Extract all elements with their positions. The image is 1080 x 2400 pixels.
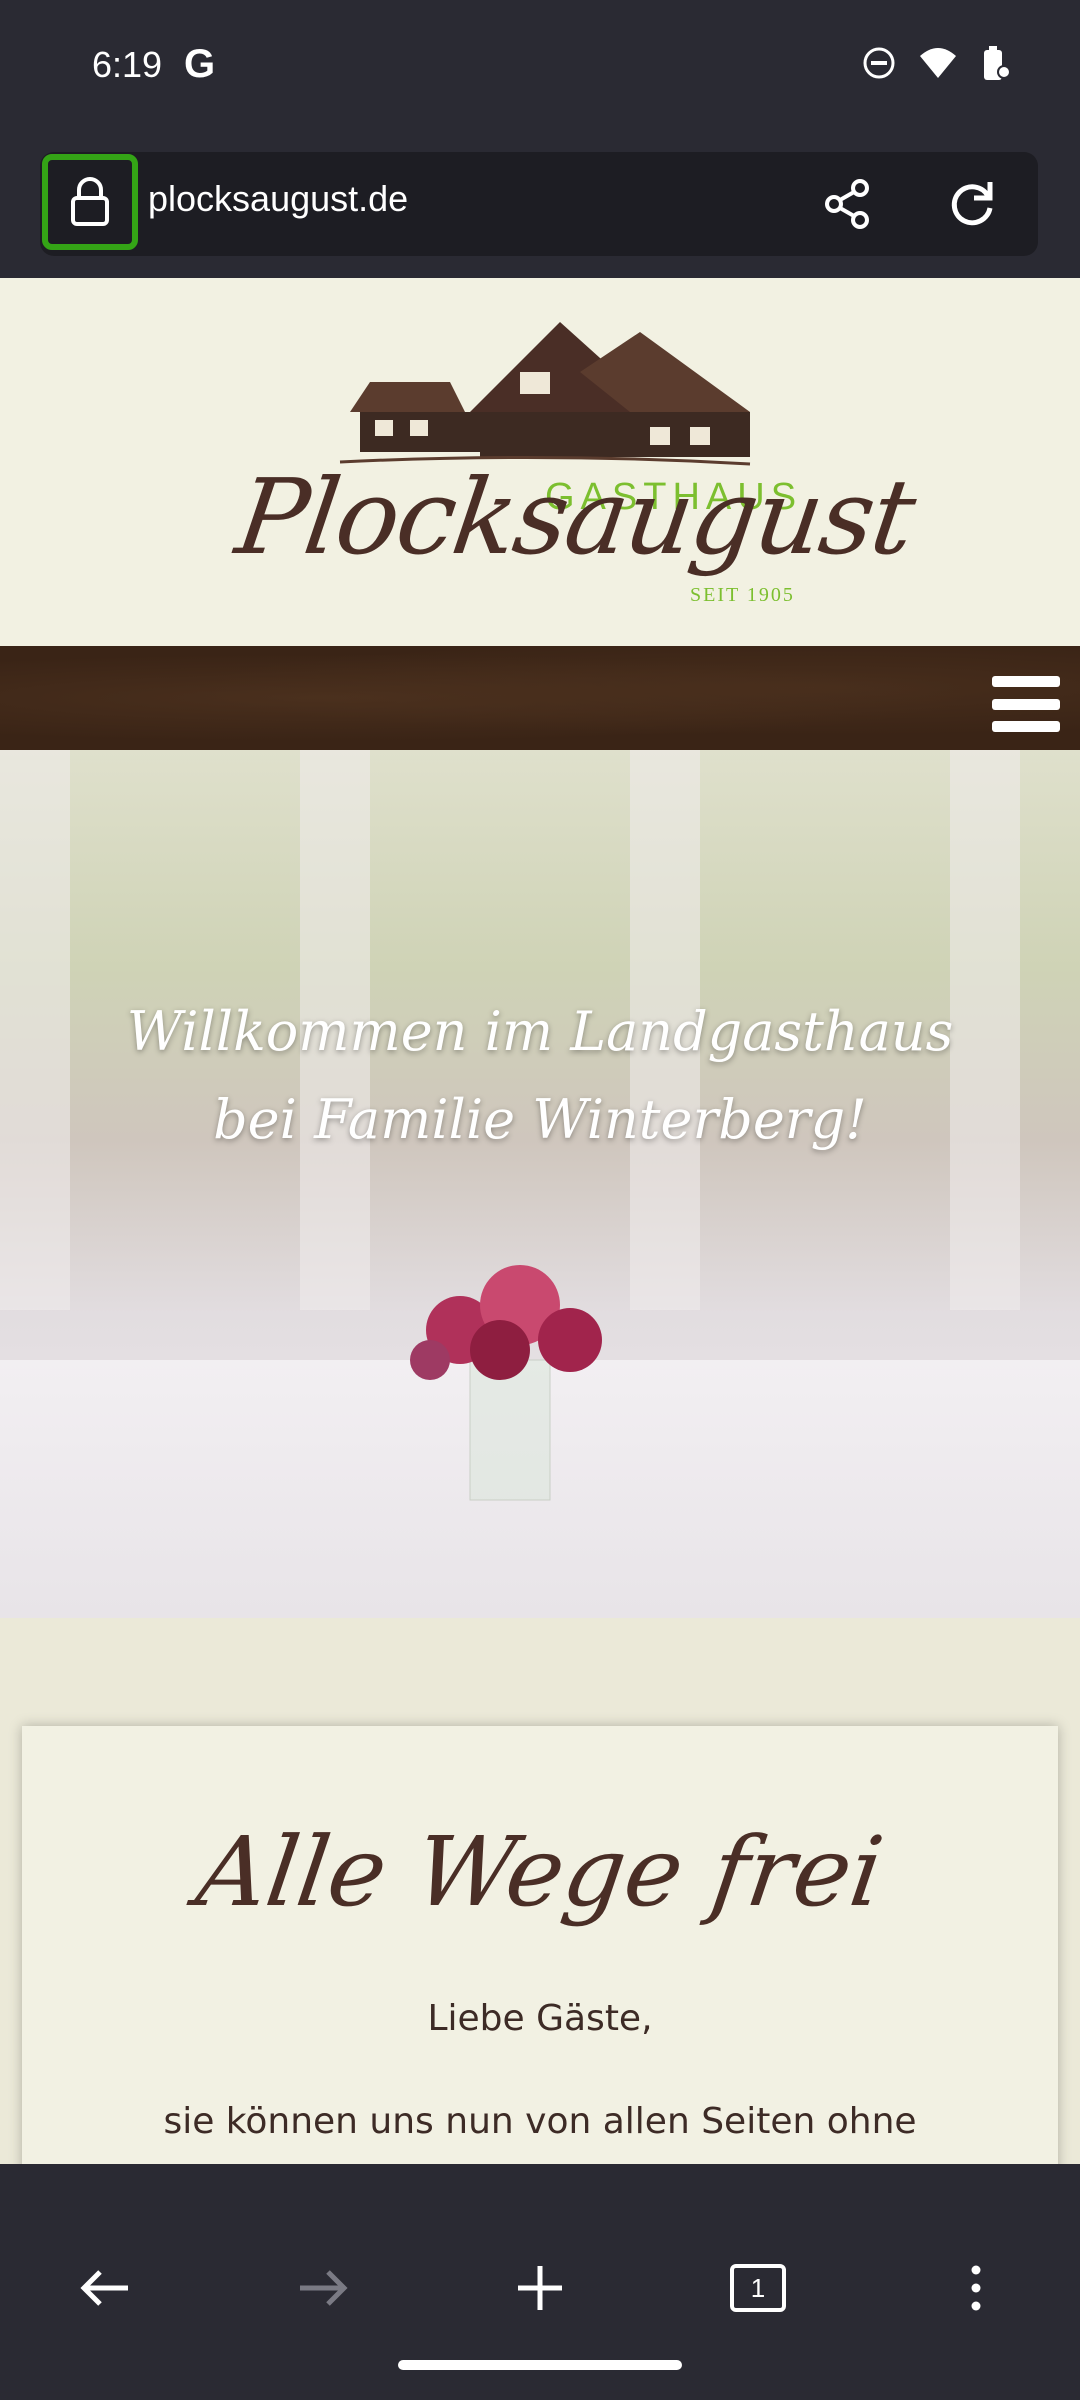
url-bar[interactable]: plocksaugust.de xyxy=(40,152,1038,256)
more-options-icon[interactable] xyxy=(936,2248,1016,2328)
brand-since: SEIT 1905 xyxy=(690,584,795,606)
new-tab-button[interactable] xyxy=(500,2248,580,2328)
brand-name: Plocksaugust xyxy=(229,456,921,578)
share-icon[interactable] xyxy=(820,176,876,236)
back-button[interactable] xyxy=(64,2248,144,2328)
flower-bouquet-image xyxy=(410,1265,602,1501)
google-icon: G xyxy=(184,42,216,86)
reload-icon[interactable] xyxy=(944,176,1000,236)
hero-banner: Willkommen im Landgasthaus bei Familie W… xyxy=(0,750,1080,1618)
notice-greeting: Liebe Gäste, xyxy=(427,1998,653,2039)
gesture-handle[interactable] xyxy=(398,2360,682,2370)
wifi-icon xyxy=(918,46,958,84)
browser-toolbar: plocksaugust.de xyxy=(0,134,1080,276)
notice-card: Alle Wege frei Liebe Gäste, sie können u… xyxy=(22,1726,1058,2164)
web-page: GASTHAUS Plocksaugust SEIT 1905 Willkomm… xyxy=(0,278,1080,2164)
notice-title: Alle Wege frei xyxy=(190,1816,890,1928)
url-text[interactable]: plocksaugust.de xyxy=(148,178,408,220)
forward-button[interactable] xyxy=(284,2248,364,2328)
do-not-disturb-icon xyxy=(862,46,896,84)
house-illustration xyxy=(339,322,751,466)
hero-headline-line1: Willkommen im Landgasthaus xyxy=(126,1000,954,1063)
menu-icon[interactable] xyxy=(992,676,1060,732)
status-bar: 6:19 G xyxy=(0,0,1080,134)
tab-count: 1 xyxy=(730,2264,786,2312)
hero-headline-line2: bei Familie Winterberg! xyxy=(213,1088,867,1151)
battery-saver-icon xyxy=(980,44,1011,86)
nav-bar xyxy=(0,646,1080,750)
lock-icon[interactable] xyxy=(42,154,138,250)
status-icons xyxy=(862,44,1011,86)
site-header: GASTHAUS Plocksaugust SEIT 1905 xyxy=(0,278,1080,646)
status-time: 6:19 xyxy=(92,44,163,85)
tabs-button[interactable]: 1 xyxy=(718,2248,798,2328)
notice-body: sie können uns nun von allen Seiten ohne… xyxy=(163,2101,917,2142)
